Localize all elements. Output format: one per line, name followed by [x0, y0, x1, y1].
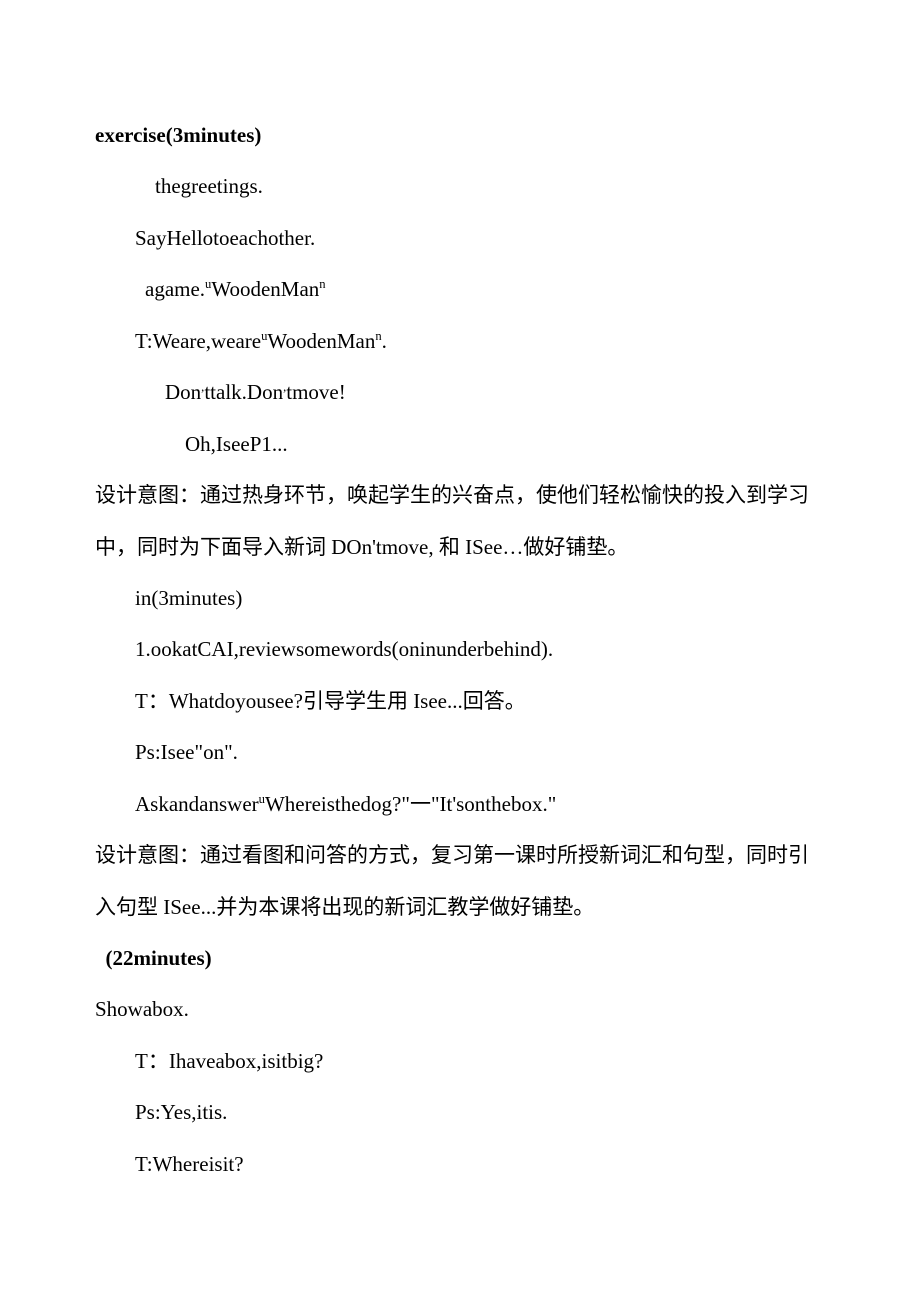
design-intent: 设计意图：通过热身环节，唤起学生的兴奋点，使他们轻松愉快的投入到学习中，同时为下… — [95, 470, 825, 573]
document-page: exercise(3minutes) thegreetings. SayHell… — [0, 0, 920, 1301]
body-text: thegreetings. — [95, 161, 825, 212]
heading-22minutes: (22minutes) — [95, 933, 825, 984]
body-text: Oh,IseeP1... — [95, 419, 825, 470]
body-text: Ps:Isee"on". — [95, 727, 825, 778]
body-text: T:Whereisit? — [95, 1139, 825, 1190]
body-text: Showabox. — [95, 984, 825, 1035]
body-text: T:Weare,weareuWoodenMann. — [95, 316, 825, 367]
body-text: Don,ttalk.Don,tmove! — [95, 367, 825, 418]
body-text: Ps:Yes,itis. — [95, 1087, 825, 1138]
body-text: AskandansweruWhereisthedog?"一"It'sontheb… — [95, 779, 825, 830]
body-text: T：Whatdoyousee?引导学生用 Isee...回答。 — [95, 676, 825, 727]
body-text: SayHellotoeachother. — [95, 213, 825, 264]
body-text: in(3minutes) — [95, 573, 825, 624]
body-text: 1.ookatCAI,reviewsomewords(oninunderbehi… — [95, 624, 825, 675]
body-text: agame.uWoodenMann — [95, 264, 825, 315]
body-text: T：Ihaveabox,isitbig? — [95, 1036, 825, 1087]
heading-exercise: exercise(3minutes) — [95, 110, 825, 161]
design-intent: 设计意图：通过看图和问答的方式，复习第一课时所授新词汇和句型，同时引入句型 IS… — [95, 830, 825, 933]
